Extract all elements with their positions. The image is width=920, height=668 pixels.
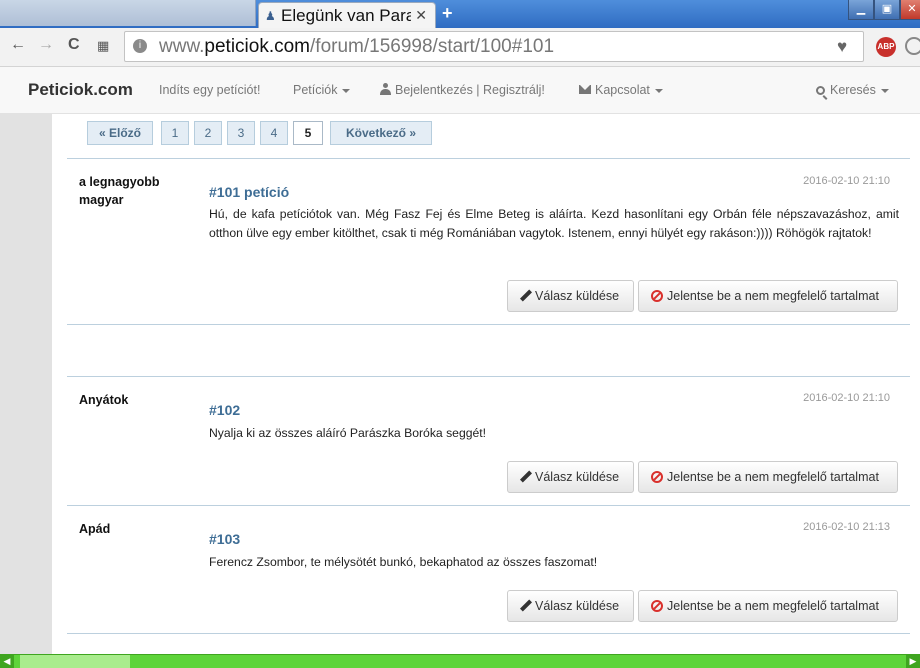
chevron-down-icon	[880, 88, 889, 93]
nav-contact-label: Kapcsolat	[595, 83, 650, 97]
tab-favicon-icon: ♟	[265, 9, 276, 23]
pencil-icon	[520, 600, 531, 611]
nav-contact-dropdown[interactable]: Kapcsolat	[579, 83, 663, 97]
heart-bookmark-icon[interactable]: ♥	[837, 37, 847, 57]
extension-icon[interactable]	[905, 37, 920, 55]
pagination-page-4[interactable]: 4	[260, 121, 288, 145]
report-button-label: Jelentse be a nem megfelelő tartalmat	[667, 599, 879, 613]
window-minimize-button[interactable]: ▁	[848, 0, 874, 20]
nav-petitions-label: Petíciók	[293, 83, 338, 97]
report-button-label: Jelentse be a nem megfelelő tartalmat	[667, 470, 879, 484]
post-author: Apád	[79, 522, 111, 536]
background-tab[interactable]	[0, 0, 256, 26]
ban-icon	[651, 600, 663, 612]
chevron-down-icon	[654, 88, 663, 93]
reply-button[interactable]: Válasz küldése	[507, 590, 634, 622]
browser-tab-bar: ♟ Elegünk van Para ✕ + ▁ ▣ ✕	[0, 0, 920, 28]
pagination-page-2[interactable]: 2	[194, 121, 222, 145]
search-icon	[816, 86, 825, 95]
reply-button-label: Válasz küldése	[535, 470, 620, 484]
url-text[interactable]: www.peticiok.com/forum/156998/start/100#…	[159, 36, 554, 58]
scroll-right-arrow-icon[interactable]: ▶	[906, 655, 920, 668]
tab-title: Elegünk van Para	[281, 6, 411, 25]
site-info-icon[interactable]: i	[133, 39, 147, 53]
nav-start-petition[interactable]: Indíts egy petíciót!	[159, 83, 260, 97]
tab-close-icon[interactable]: ✕	[415, 7, 427, 24]
report-button[interactable]: Jelentse be a nem megfelelő tartalmat	[638, 590, 898, 622]
nav-petitions-dropdown[interactable]: Petíciók	[293, 83, 351, 97]
nav-login[interactable]: Bejelentkezés | Regisztrálj!	[380, 83, 545, 97]
post-title[interactable]: #103	[209, 531, 240, 547]
post-body: Hú, de kafa petíciótok van. Még Fasz Fej…	[209, 207, 899, 240]
pencil-icon	[520, 290, 531, 301]
reply-button[interactable]: Válasz küldése	[507, 461, 634, 493]
forum-post-102: Anyátok 2016-02-10 21:10 #102 Nyalja ki …	[67, 376, 910, 505]
left-gutter	[0, 114, 52, 654]
post-body: Nyalja ki az összes aláíró Parászka Boró…	[209, 426, 487, 440]
pagination-next[interactable]: Következő »	[330, 121, 432, 145]
forward-arrow-icon[interactable]: →	[38, 36, 54, 54]
ban-icon	[651, 471, 663, 483]
window-maximize-button[interactable]: ▣	[874, 0, 900, 20]
post-body: Ferencz Zsombor, te mélysötét bunkó, bek…	[209, 555, 598, 569]
scroll-left-arrow-icon[interactable]: ◀	[0, 655, 14, 668]
reload-icon[interactable]: C	[68, 36, 80, 54]
nav-search-label: Keresés	[830, 83, 876, 97]
new-tab-button[interactable]: +	[442, 3, 453, 24]
scrollbar-thumb[interactable]	[20, 655, 130, 668]
active-tab[interactable]: ♟ Elegünk van Para ✕	[258, 2, 436, 28]
post-date: 2016-02-10 21:10	[803, 392, 890, 404]
pencil-icon	[520, 471, 531, 482]
forum-post-103: Apád 2016-02-10 21:13 #103 Ferencz Zsomb…	[67, 505, 910, 634]
post-date: 2016-02-10 21:13	[803, 521, 890, 533]
report-button[interactable]: Jelentse be a nem megfelelő tartalmat	[638, 280, 898, 312]
post-date: 2016-02-10 21:10	[803, 175, 890, 187]
browser-toolbar: ← → C ▦ i www.peticiok.com/forum/156998/…	[0, 28, 920, 67]
post-title[interactable]: #101 petíció	[209, 184, 289, 200]
pagination-prev[interactable]: « Előző	[87, 121, 153, 145]
forum-post-101: a legnagyobb magyar 2016-02-10 21:10 #10…	[67, 158, 910, 325]
nav-login-label: Bejelentkezés | Regisztrálj!	[395, 83, 545, 97]
window-close-button[interactable]: ✕	[900, 0, 920, 20]
nav-search-dropdown[interactable]: Keresés	[816, 83, 889, 97]
site-navbar: Peticiok.com Indíts egy petíciót! Petíci…	[0, 67, 920, 114]
apps-grid-icon[interactable]: ▦	[97, 38, 109, 54]
report-button-label: Jelentse be a nem megfelelő tartalmat	[667, 289, 879, 303]
ban-icon	[651, 290, 663, 302]
chevron-down-icon	[342, 88, 351, 93]
pagination-page-1[interactable]: 1	[161, 121, 189, 145]
pagination-page-3[interactable]: 3	[227, 121, 255, 145]
back-arrow-icon[interactable]: ←	[10, 36, 26, 54]
site-brand[interactable]: Peticiok.com	[28, 80, 133, 100]
envelope-icon	[579, 85, 591, 94]
post-author: a legnagyobb magyar	[79, 175, 160, 207]
post-title[interactable]: #102	[209, 402, 240, 418]
reply-button[interactable]: Válasz küldése	[507, 280, 634, 312]
report-button[interactable]: Jelentse be a nem megfelelő tartalmat	[638, 461, 898, 493]
post-author: Anyátok	[79, 393, 129, 407]
reply-button-label: Válasz küldése	[535, 599, 620, 613]
horizontal-scrollbar[interactable]: ◀ ▶	[0, 654, 920, 668]
user-icon	[380, 83, 391, 95]
adblock-icon[interactable]: ABP	[876, 37, 896, 57]
reply-button-label: Válasz küldése	[535, 289, 620, 303]
pagination-page-5-active[interactable]: 5	[293, 121, 323, 145]
address-bar[interactable]: i www.peticiok.com/forum/156998/start/10…	[124, 31, 864, 62]
